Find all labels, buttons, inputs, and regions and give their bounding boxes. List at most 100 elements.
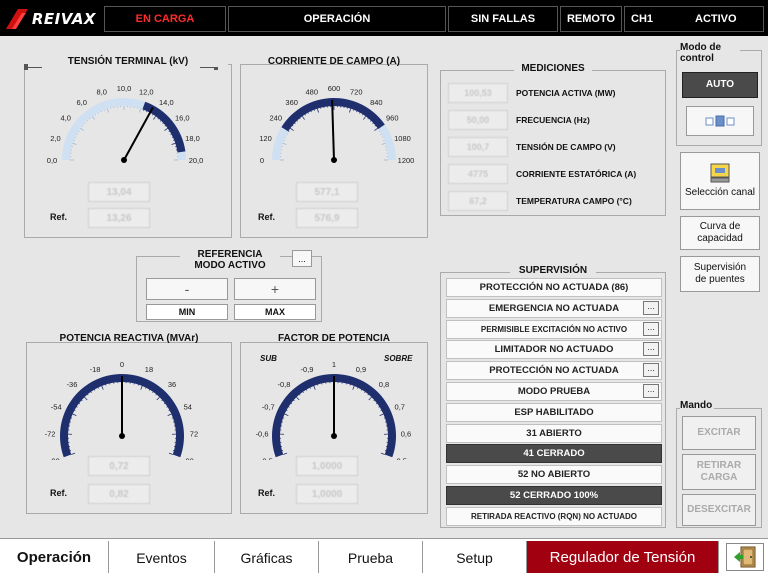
reactiva-title: POTENCIA REACTIVA (MVAr) bbox=[59, 333, 199, 344]
factor-gauge: -0,5 -0,6 -0,7 -0,8 -0,9 1 0,9 0,8 0,7 0,6 0,5 bbox=[256, 360, 412, 460]
gauge-tick bbox=[290, 403, 293, 405]
gauge-tick bbox=[367, 394, 369, 396]
gauge-tick-label: -0,5 bbox=[260, 457, 273, 460]
supervision-row: PROTECCIÓN NO ACTUADA (86) bbox=[446, 278, 662, 297]
supervision-title: SUPERVISIÓN bbox=[510, 265, 596, 276]
gauge-tick bbox=[352, 385, 355, 390]
tab-operacion[interactable]: Operación bbox=[0, 541, 109, 573]
gauge-tick-label: 1200 bbox=[398, 156, 415, 165]
supervision-row: 52 CERRADO 100% bbox=[446, 486, 662, 505]
brand-logo: REIVAX bbox=[4, 6, 96, 32]
tab-setup[interactable]: Setup bbox=[423, 541, 527, 573]
reactiva-ref: 0,82 bbox=[88, 484, 150, 504]
tension-ref-label: Ref. bbox=[50, 212, 68, 222]
gauge-tick bbox=[94, 389, 96, 391]
gauge-tick-label: 18 bbox=[145, 365, 153, 374]
gauge-tick-label: -54 bbox=[51, 403, 62, 412]
medicion-value: 100,53 bbox=[448, 83, 508, 103]
gauge-tick-label: 2,0 bbox=[50, 134, 60, 143]
modo-manual-button[interactable] bbox=[686, 106, 754, 136]
gauge-tick-label: -0,7 bbox=[262, 403, 275, 412]
gauge-tick-label: 1080 bbox=[394, 134, 411, 143]
supervision-row: LIMITADOR NO ACTUADO bbox=[446, 340, 662, 360]
tension-ref: 13,26 bbox=[88, 208, 150, 228]
curva-capacidad-button[interactable]: Curva de capacidad bbox=[680, 216, 760, 250]
tab-graficas[interactable]: Gráficas bbox=[215, 541, 319, 573]
corriente-gauge: 0120240360480 600 72084096010801200 bbox=[259, 84, 415, 165]
mode-switch-icon bbox=[705, 115, 735, 127]
referencia-min: MIN bbox=[146, 304, 228, 320]
gauge-tick bbox=[293, 399, 295, 402]
reactiva-value: 0,72 bbox=[88, 456, 150, 476]
gauge-hub bbox=[119, 433, 125, 439]
top-status-bar: REIVAX EN CARGA OPERACIÓN SIN FALLAS REM… bbox=[0, 0, 768, 36]
tab-prueba[interactable]: Prueba bbox=[319, 541, 423, 573]
supervision-detail-button[interactable]: ... bbox=[643, 363, 659, 378]
gauge-tick bbox=[159, 120, 162, 122]
status-operacion: OPERACIÓN bbox=[228, 6, 446, 32]
referencia-plus-button[interactable]: + bbox=[234, 278, 316, 300]
gauge-tick bbox=[101, 385, 104, 390]
gauge-tick bbox=[378, 130, 380, 132]
gauge-tick-label: 8,0 bbox=[97, 88, 107, 97]
gauge-tick-label: 0 bbox=[260, 156, 264, 165]
gauge-tick bbox=[374, 125, 376, 127]
tab-eventos[interactable]: Eventos bbox=[109, 541, 215, 573]
supervision-row: PERMISIBLE EXCITACIÓN NO ACTIVO bbox=[446, 319, 662, 339]
gauge-tick bbox=[372, 122, 374, 125]
gauge-tick bbox=[106, 108, 109, 113]
retirar-carga-button[interactable]: RETIRAR CARGA bbox=[682, 454, 756, 490]
gauge-tick bbox=[157, 118, 159, 120]
gauge-tick bbox=[164, 125, 166, 127]
gauge-tick bbox=[304, 114, 306, 116]
referencia-minus-button[interactable]: - bbox=[146, 278, 228, 300]
supervision-detail-button[interactable]: ... bbox=[643, 384, 659, 398]
gauge-tick bbox=[292, 125, 294, 127]
gauge-tick bbox=[164, 127, 168, 131]
exit-button[interactable] bbox=[726, 543, 764, 571]
gauge-tick-label: 10,0 bbox=[117, 84, 132, 93]
gauge-tick bbox=[299, 118, 301, 120]
supervision-row: PROTECCIÓN NO ACTUADA bbox=[446, 361, 662, 381]
gauge-tick bbox=[375, 403, 378, 405]
gauge-tick-label: 90 bbox=[185, 457, 193, 460]
excitar-button[interactable]: EXCITAR bbox=[682, 416, 756, 450]
exit-door-icon bbox=[734, 546, 756, 568]
mediciones-title: MEDICIONES bbox=[514, 63, 592, 74]
supervision-row: EMERGENCIA NO ACTUADA bbox=[446, 298, 662, 318]
gauge-tick bbox=[168, 452, 173, 455]
gauge-tick bbox=[367, 118, 369, 120]
brand-name: REIVAX bbox=[31, 10, 96, 28]
supervision-row: RETIRADA REACTIVO (RQN) NO ACTUADO bbox=[446, 506, 662, 526]
seleccion-canal-button[interactable]: Selección canal bbox=[680, 152, 760, 210]
gauge-tick bbox=[72, 142, 77, 145]
gauge-tick-label: 720 bbox=[350, 88, 363, 97]
gauge-tick bbox=[82, 125, 84, 127]
supervision-puentes-button[interactable]: Supervisión de puentes bbox=[680, 256, 760, 292]
medicion-value: 4775 bbox=[448, 164, 508, 184]
factor-ref-label: Ref. bbox=[258, 488, 276, 498]
gauge-tick bbox=[296, 396, 300, 401]
gauge-tick bbox=[362, 114, 364, 116]
tab-regulador[interactable]: Regulador de Tensión bbox=[527, 541, 719, 573]
supervision-detail-button[interactable]: ... bbox=[643, 321, 659, 336]
gauge-tick bbox=[360, 389, 362, 391]
gauge-tick-label: 54 bbox=[184, 403, 192, 412]
modo-control-title: Modo de control bbox=[680, 42, 740, 64]
modo-auto-button[interactable]: AUTO bbox=[682, 72, 758, 98]
gauge-tick-label: -0,6 bbox=[256, 429, 269, 438]
referencia-options-button[interactable]: ... bbox=[292, 250, 312, 267]
gauge-tick bbox=[171, 142, 176, 145]
supervision-detail-button[interactable]: ... bbox=[643, 342, 659, 357]
gauge-tick bbox=[306, 389, 308, 391]
gauge-tick bbox=[90, 391, 92, 393]
medicion-label: POTENCIA ACTIVA (MW) bbox=[516, 88, 616, 98]
channel-select-icon bbox=[710, 163, 730, 183]
gauge-tick bbox=[283, 452, 288, 455]
supervision-detail-button[interactable]: ... bbox=[643, 300, 659, 315]
desexcitar-button[interactable]: DESEXCITAR bbox=[682, 494, 756, 526]
factor-sobre-label: SOBRE bbox=[384, 354, 413, 363]
gauge-tick-label: 6,0 bbox=[76, 98, 86, 107]
gauge-hub bbox=[331, 433, 337, 439]
tension-value: 13,04 bbox=[88, 182, 150, 202]
